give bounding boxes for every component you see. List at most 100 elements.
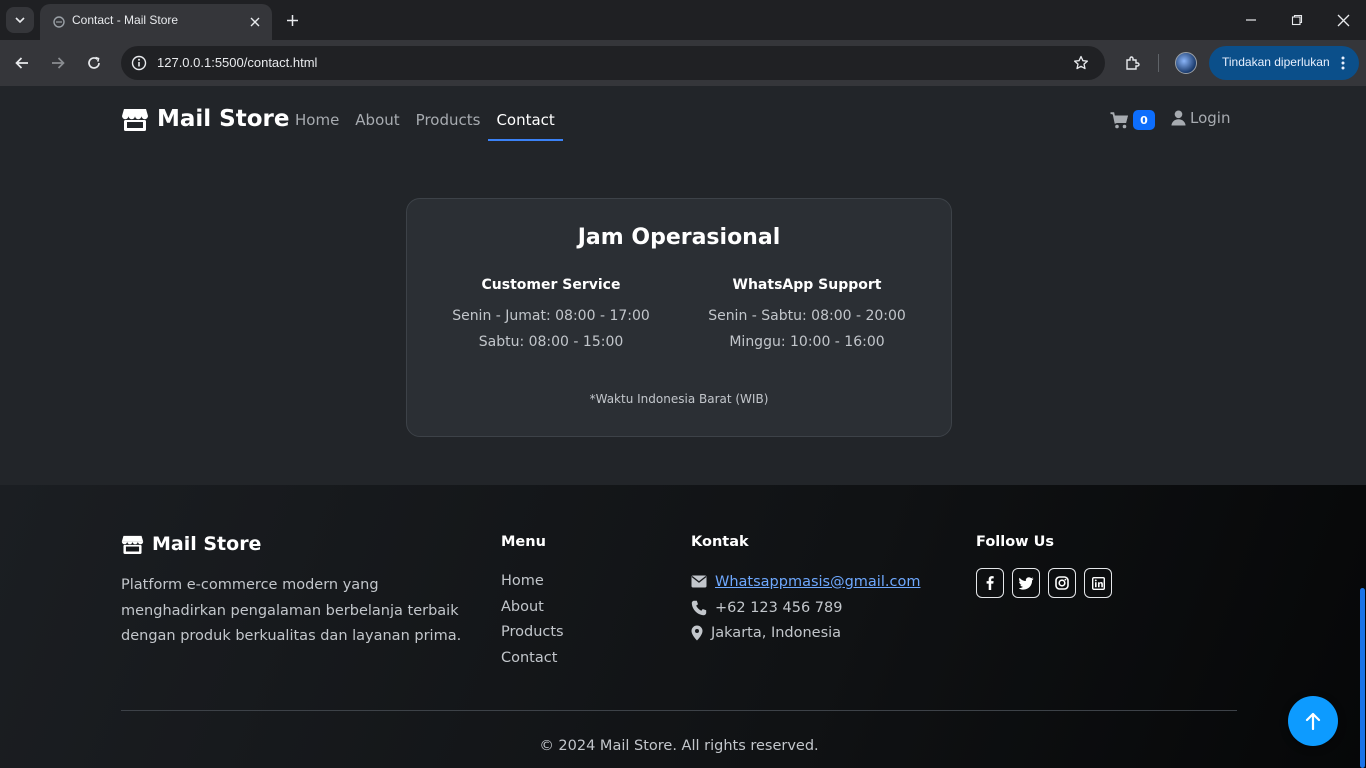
restore-button[interactable] — [1287, 10, 1307, 30]
twitter-button[interactable] — [1012, 568, 1040, 598]
chevron-down-icon — [15, 17, 25, 24]
store-icon — [121, 535, 144, 554]
new-tab-button[interactable] — [282, 10, 302, 30]
linkedin-button[interactable] — [1084, 568, 1112, 598]
hours-line: Senin - Jumat: 08:00 - 17:00 — [452, 308, 650, 324]
footer-follow-heading: Follow Us — [976, 534, 1055, 550]
facebook-button[interactable] — [976, 568, 1004, 598]
toolbar-divider — [1158, 54, 1159, 72]
hours-line: Minggu: 10:00 - 16:00 — [729, 334, 885, 350]
contact-phone: +62 123 456 789 — [715, 599, 843, 616]
envelope-icon — [691, 575, 707, 588]
site-footer: Mail Store Platform e-commerce modern ya… — [0, 485, 1366, 768]
hours-line: Sabtu: 08:00 - 15:00 — [478, 334, 624, 350]
hours-column-title: WhatsApp Support — [732, 277, 882, 293]
footer-divider — [121, 710, 1237, 711]
hours-column-title: Customer Service — [481, 277, 621, 293]
brand-logo[interactable]: Mail Store — [121, 106, 290, 132]
scrollbar-thumb[interactable] — [1360, 588, 1365, 768]
main-nav: Home About Products Contact — [295, 109, 564, 141]
footer-description: Platform e-commerce modern yang menghadi… — [121, 577, 462, 644]
nav-link-about[interactable]: About — [347, 109, 407, 131]
hours-line: Senin - Sabtu: 08:00 - 20:00 — [708, 308, 906, 324]
contact-email-row: Whatsappmasis@gmail.com — [691, 569, 920, 595]
info-icon — [131, 55, 147, 71]
facebook-icon — [986, 576, 994, 590]
arrow-left-icon — [15, 57, 28, 69]
tab-search-button[interactable] — [6, 7, 34, 33]
contact-phone-row: +62 123 456 789 — [691, 595, 920, 621]
nav-link-home[interactable]: Home — [295, 109, 347, 131]
cart-count-badge: 0 — [1133, 110, 1155, 130]
action-required-label: Tindakan diperlukan — [1222, 55, 1330, 69]
active-tab[interactable]: Contact - Mail Store — [40, 4, 272, 40]
contact-location-row: Jakarta, Indonesia — [691, 620, 920, 646]
site-navbar: Mail Store Home About Products Contact 0… — [0, 86, 1366, 154]
instagram-icon — [1055, 576, 1069, 590]
minimize-icon — [1246, 19, 1256, 21]
profile-avatar[interactable] — [1175, 52, 1197, 74]
close-window-button[interactable] — [1333, 10, 1353, 30]
back-to-top-button[interactable] — [1288, 696, 1338, 746]
customer-service-hours: Customer Service Senin - Jumat: 08:00 - … — [421, 277, 681, 355]
footer-contact-list: Whatsappmasis@gmail.com +62 123 456 789 … — [691, 569, 920, 646]
arrow-up-icon — [1305, 712, 1321, 730]
minimize-button[interactable] — [1241, 10, 1261, 30]
plus-icon — [286, 14, 298, 26]
contact-location: Jakarta, Indonesia — [711, 625, 842, 642]
nav-link-products[interactable]: Products — [408, 109, 489, 131]
footer-link-home[interactable]: Home — [501, 569, 564, 595]
phone-icon — [691, 600, 707, 615]
close-icon — [1337, 14, 1349, 26]
brand-name: Mail Store — [157, 106, 290, 132]
action-required-button[interactable]: Tindakan diperlukan — [1209, 46, 1359, 80]
cart-button[interactable]: 0 — [1110, 110, 1155, 130]
map-pin-icon — [691, 625, 703, 641]
footer-menu-heading: Menu — [501, 534, 546, 550]
browser-toolbar: 127.0.0.1:5500/contact.html Tindakan dip… — [0, 40, 1366, 86]
tab-title: Contact - Mail Store — [72, 13, 179, 27]
favicon-icon — [53, 16, 65, 28]
more-vertical-icon — [1337, 54, 1349, 72]
login-link[interactable]: Login — [1171, 109, 1230, 127]
whatsapp-support-hours: WhatsApp Support Senin - Sabtu: 08:00 - … — [677, 277, 937, 355]
timezone-note: *Waktu Indonesia Barat (WIB) — [589, 392, 769, 406]
operating-hours-card: Jam Operasional Customer Service Senin -… — [406, 198, 952, 437]
social-links — [976, 568, 1112, 598]
page-viewport: Mail Store Home About Products Contact 0… — [0, 86, 1366, 768]
reload-icon — [88, 56, 100, 69]
footer-link-contact[interactable]: Contact — [501, 646, 564, 672]
address-bar[interactable]: 127.0.0.1:5500/contact.html — [121, 46, 1105, 80]
contact-email-link[interactable]: Whatsappmasis@gmail.com — [715, 574, 920, 590]
back-button[interactable] — [11, 52, 33, 74]
page-scrollbar[interactable] — [1358, 86, 1366, 768]
user-icon — [1171, 110, 1186, 126]
store-icon — [122, 108, 148, 131]
footer-link-about[interactable]: About — [501, 595, 564, 621]
copyright: © 2024 Mail Store. All rights reserved. — [0, 738, 1366, 754]
copyright-text: © 2024 Mail Store. All rights reserved. — [539, 738, 819, 754]
site-info-button[interactable] — [129, 53, 149, 73]
cart-icon — [1110, 111, 1128, 128]
forward-button[interactable] — [47, 52, 69, 74]
bookmark-button[interactable] — [1071, 53, 1091, 73]
restore-icon — [1291, 14, 1303, 26]
url-text: 127.0.0.1:5500/contact.html — [157, 55, 318, 70]
arrow-right-icon — [52, 57, 65, 69]
star-icon — [1073, 55, 1089, 70]
footer-brand[interactable]: Mail Store — [121, 533, 261, 555]
footer-link-products[interactable]: Products — [501, 620, 564, 646]
puzzle-icon — [1126, 56, 1140, 70]
linkedin-icon — [1091, 576, 1105, 590]
close-icon — [250, 17, 260, 27]
nav-link-contact[interactable]: Contact — [488, 109, 564, 141]
tab-close-button[interactable] — [246, 13, 264, 31]
twitter-icon — [1018, 576, 1033, 590]
extensions-button[interactable] — [1122, 52, 1144, 74]
operating-hours-title: Jam Operasional — [577, 225, 781, 250]
browser-tab-strip: Contact - Mail Store — [0, 0, 1366, 40]
footer-brand-name: Mail Store — [152, 533, 262, 555]
instagram-button[interactable] — [1048, 568, 1076, 598]
footer-menu: Home About Products Contact — [501, 569, 564, 672]
reload-button[interactable] — [83, 52, 105, 74]
